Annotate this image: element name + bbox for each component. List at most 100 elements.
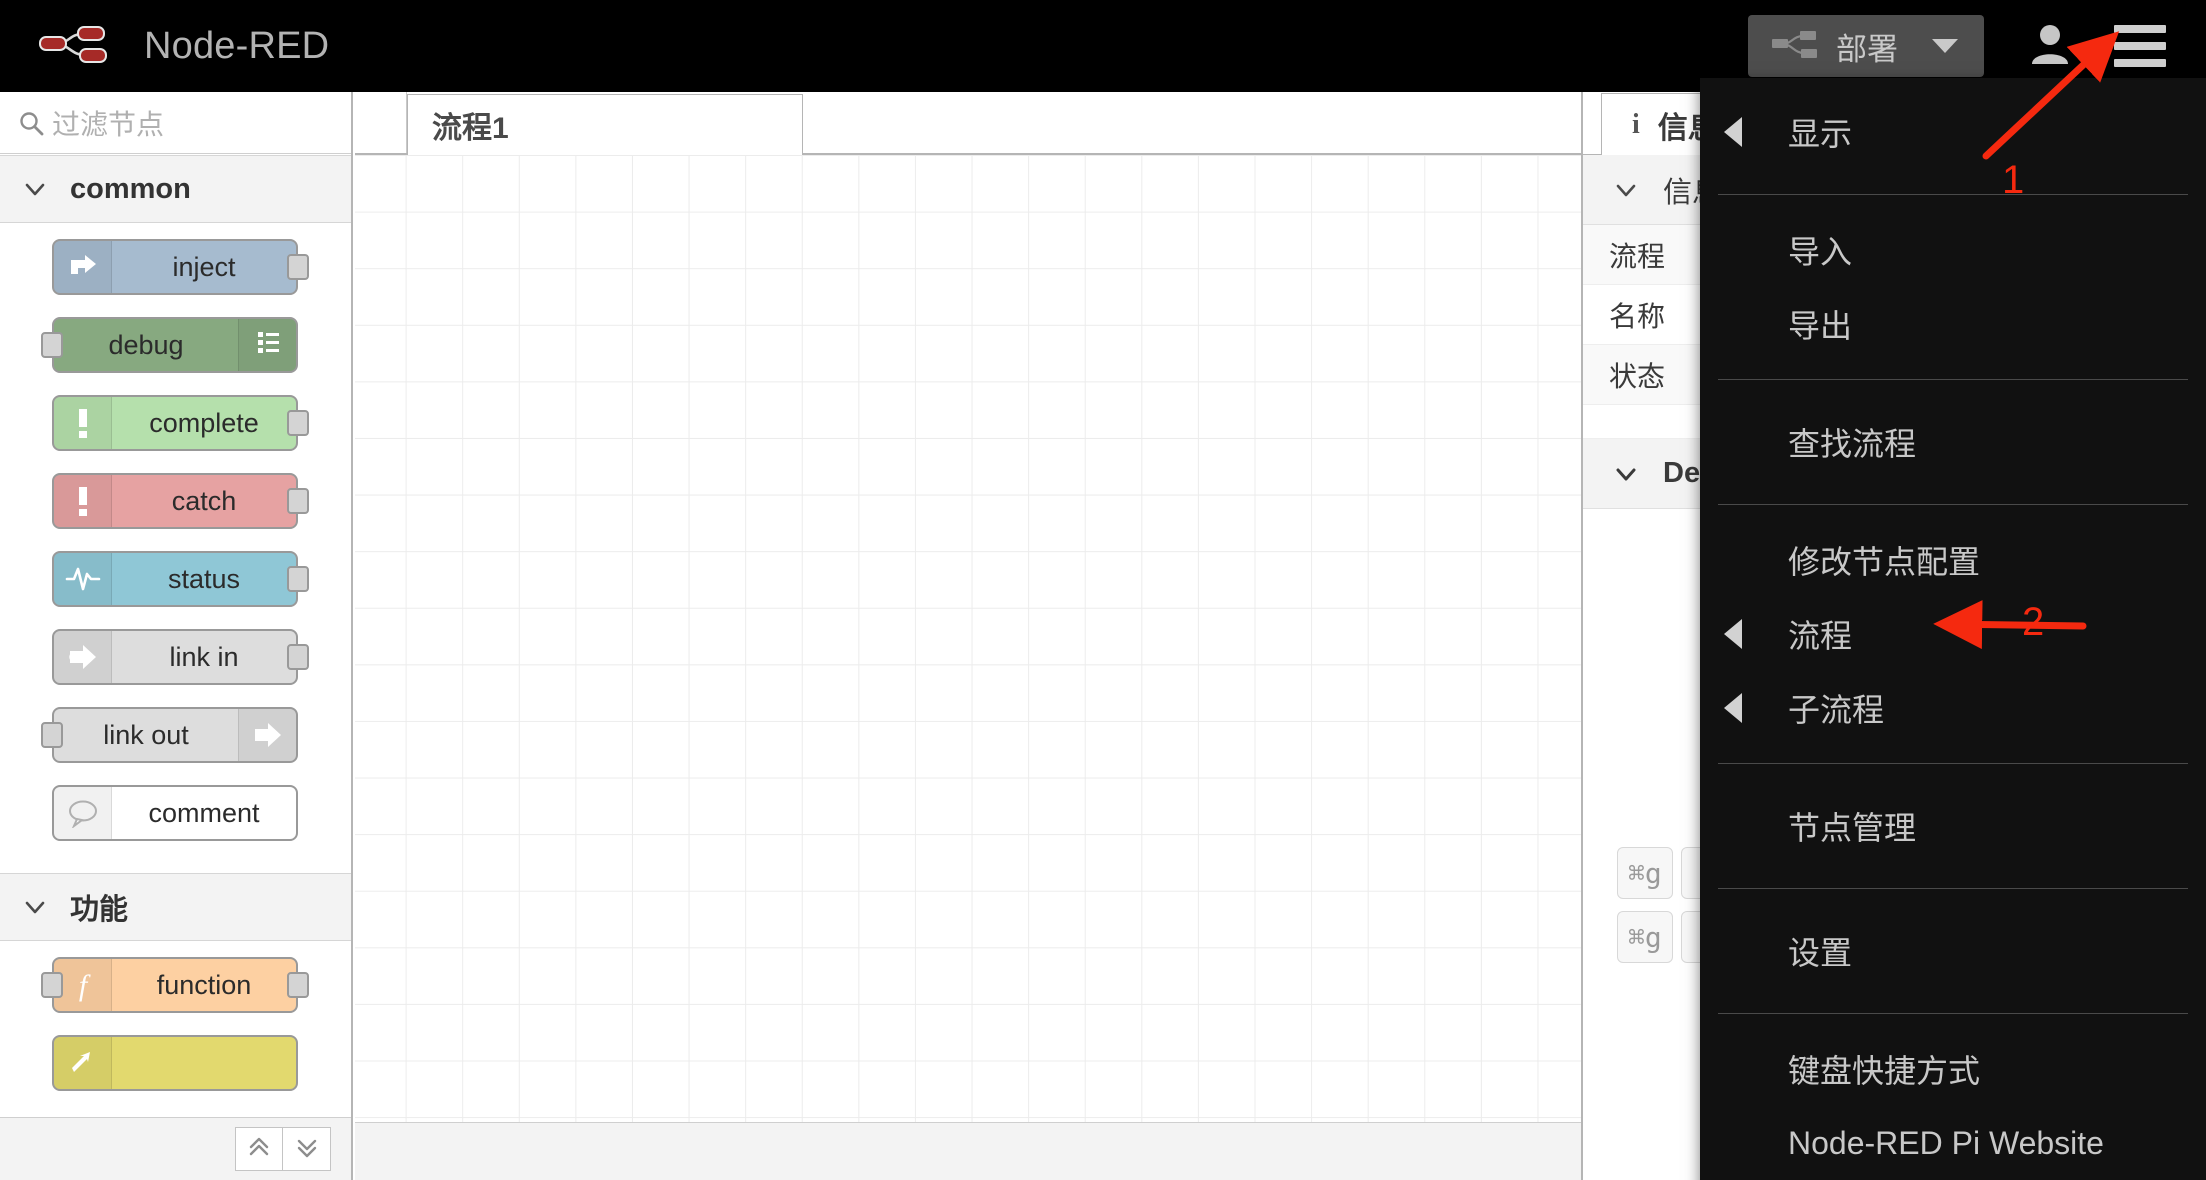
- menu-item-config-nodes[interactable]: 修改节点配置: [1700, 523, 2206, 597]
- info-property-key: 名称: [1609, 295, 1665, 335]
- search-icon: [18, 110, 44, 136]
- chevron-down-icon: [22, 176, 48, 202]
- menu-item-flows[interactable]: 流程: [1700, 597, 2206, 671]
- menu-group-import-export: 导入 导出: [1700, 203, 2206, 371]
- logo-area: Node-RED: [38, 22, 329, 71]
- palette-collapse-all-button[interactable]: [235, 1127, 283, 1171]
- menu-item-label: 修改节点配置: [1788, 537, 1980, 583]
- node-red-editor: Node-RED 部署: [0, 0, 2206, 1180]
- menu-item-label: 键盘快捷方式: [1788, 1046, 1980, 1092]
- hamburger-menu-icon[interactable]: [2094, 25, 2186, 67]
- palette-node-debug[interactable]: debug: [52, 317, 298, 373]
- menu-item-settings[interactable]: 设置: [1700, 907, 2206, 995]
- palette-footer: [0, 1117, 351, 1180]
- info-property-key: 流程: [1609, 235, 1665, 275]
- info-property-key: 状态: [1609, 355, 1665, 395]
- menu-item-export[interactable]: 导出: [1700, 287, 2206, 361]
- node-input-port[interactable]: [41, 972, 63, 998]
- link-out-icon: [238, 709, 296, 761]
- inject-arrow-icon: [54, 241, 112, 293]
- chevron-down-icon[interactable]: [1932, 39, 1958, 53]
- node-output-port[interactable]: [287, 566, 309, 592]
- palette-category-function[interactable]: 功能: [0, 873, 351, 941]
- debug-list-icon: [238, 319, 296, 371]
- menu-item-search-flows[interactable]: 查找流程: [1700, 398, 2206, 486]
- palette-node-link-out[interactable]: link out: [52, 707, 298, 763]
- chevron-down-icon: [22, 894, 48, 920]
- pulse-icon: [54, 553, 112, 605]
- info-i-icon: i: [1632, 109, 1640, 141]
- menu-separator: [1718, 194, 2188, 195]
- palette-node-label: inject: [112, 252, 296, 283]
- palette-node-label: catch: [112, 486, 296, 517]
- menu-item-pi-website[interactable]: Node-RED Pi Website: [1700, 1106, 2206, 1180]
- menu-separator: [1718, 379, 2188, 380]
- deploy-button[interactable]: 部署: [1748, 15, 1984, 77]
- menu-group-search: 查找流程: [1700, 388, 2206, 496]
- kbd-key: ⌘g: [1617, 847, 1673, 899]
- menu-item-label: 查找流程: [1788, 419, 1916, 465]
- palette-expand-all-button[interactable]: [283, 1127, 331, 1171]
- palette-category-label: common: [70, 173, 191, 206]
- palette-node-label: comment: [112, 798, 296, 829]
- palette-search-input[interactable]: 过滤节点: [52, 103, 164, 143]
- menu-item-label: 流程: [1788, 611, 1852, 657]
- palette-node-complete[interactable]: complete: [52, 395, 298, 451]
- chevron-down-icon: [1613, 461, 1639, 487]
- comment-bubble-icon: [54, 787, 112, 839]
- user-account-button[interactable]: [2006, 18, 2094, 75]
- menu-group-settings: 设置: [1700, 897, 2206, 1005]
- palette-node-label: status: [112, 564, 296, 595]
- tabbar-left-spacer: [355, 92, 407, 153]
- exclamation-icon: [54, 397, 112, 449]
- menu-item-label: 设置: [1788, 928, 1852, 974]
- flow-tab-1[interactable]: 流程1: [407, 94, 803, 155]
- menu-item-import[interactable]: 导入: [1700, 213, 2206, 287]
- menu-item-label: 显示: [1788, 109, 1852, 155]
- chevron-down-icon: [1613, 177, 1639, 203]
- palette-node-status[interactable]: status: [52, 551, 298, 607]
- node-output-port[interactable]: [287, 488, 309, 514]
- menu-group-help: 键盘快捷方式 Node-RED Pi Website v1.0.3: [1700, 1022, 2206, 1180]
- palette-node-inject[interactable]: inject: [52, 239, 298, 295]
- menu-item-view[interactable]: 显示: [1700, 88, 2206, 176]
- menu-item-keyboard-shortcuts[interactable]: 键盘快捷方式: [1700, 1032, 2206, 1106]
- double-chevron-down-icon: [294, 1134, 320, 1165]
- menu-separator: [1718, 504, 2188, 505]
- palette-node-label: function: [112, 970, 296, 1001]
- palette-node-link-in[interactable]: link in: [52, 629, 298, 685]
- double-chevron-up-icon: [246, 1134, 272, 1165]
- menu-item-label: 子流程: [1788, 685, 1884, 731]
- palette-node-label: link out: [54, 720, 238, 751]
- main-dropdown-menu: 显示 导入 导出 查找流程 修改节点配置 流程: [1700, 78, 2206, 1180]
- palette-node-comment[interactable]: comment: [52, 785, 298, 841]
- switch-icon: [54, 1037, 112, 1089]
- node-output-port[interactable]: [287, 254, 309, 280]
- link-in-icon: [54, 631, 112, 683]
- palette-category-common[interactable]: common: [0, 155, 351, 223]
- chevron-left-icon: [1724, 619, 1742, 649]
- menu-item-label: Node-RED Pi Website: [1788, 1125, 2104, 1162]
- chevron-left-icon: [1724, 693, 1742, 723]
- node-input-port[interactable]: [41, 332, 63, 358]
- node-input-port[interactable]: [41, 722, 63, 748]
- app-title: Node-RED: [144, 25, 329, 68]
- palette-search-row[interactable]: 过滤节点: [0, 92, 351, 154]
- palette-node-catch[interactable]: catch: [52, 473, 298, 529]
- menu-item-node-manager[interactable]: 节点管理: [1700, 782, 2206, 870]
- palette-category-function-nodes: f function: [0, 941, 351, 1117]
- node-output-port[interactable]: [287, 644, 309, 670]
- node-output-port[interactable]: [287, 972, 309, 998]
- menu-group-view: 显示: [1700, 78, 2206, 186]
- palette-node-label: link in: [112, 642, 296, 673]
- svg-text:f: f: [78, 969, 90, 1002]
- palette-scroll-area: common inject debug: [0, 155, 351, 1117]
- menu-item-subflows[interactable]: 子流程: [1700, 671, 2206, 745]
- palette-category-label: 功能: [70, 886, 128, 928]
- palette-node-function[interactable]: f function: [52, 957, 298, 1013]
- palette-node-switch[interactable]: [52, 1035, 298, 1091]
- menu-item-label: 导入: [1788, 227, 1852, 273]
- node-palette: 过滤节点 common injec: [0, 92, 353, 1180]
- node-output-port[interactable]: [287, 410, 309, 436]
- palette-category-common-nodes: inject debug: [0, 223, 351, 873]
